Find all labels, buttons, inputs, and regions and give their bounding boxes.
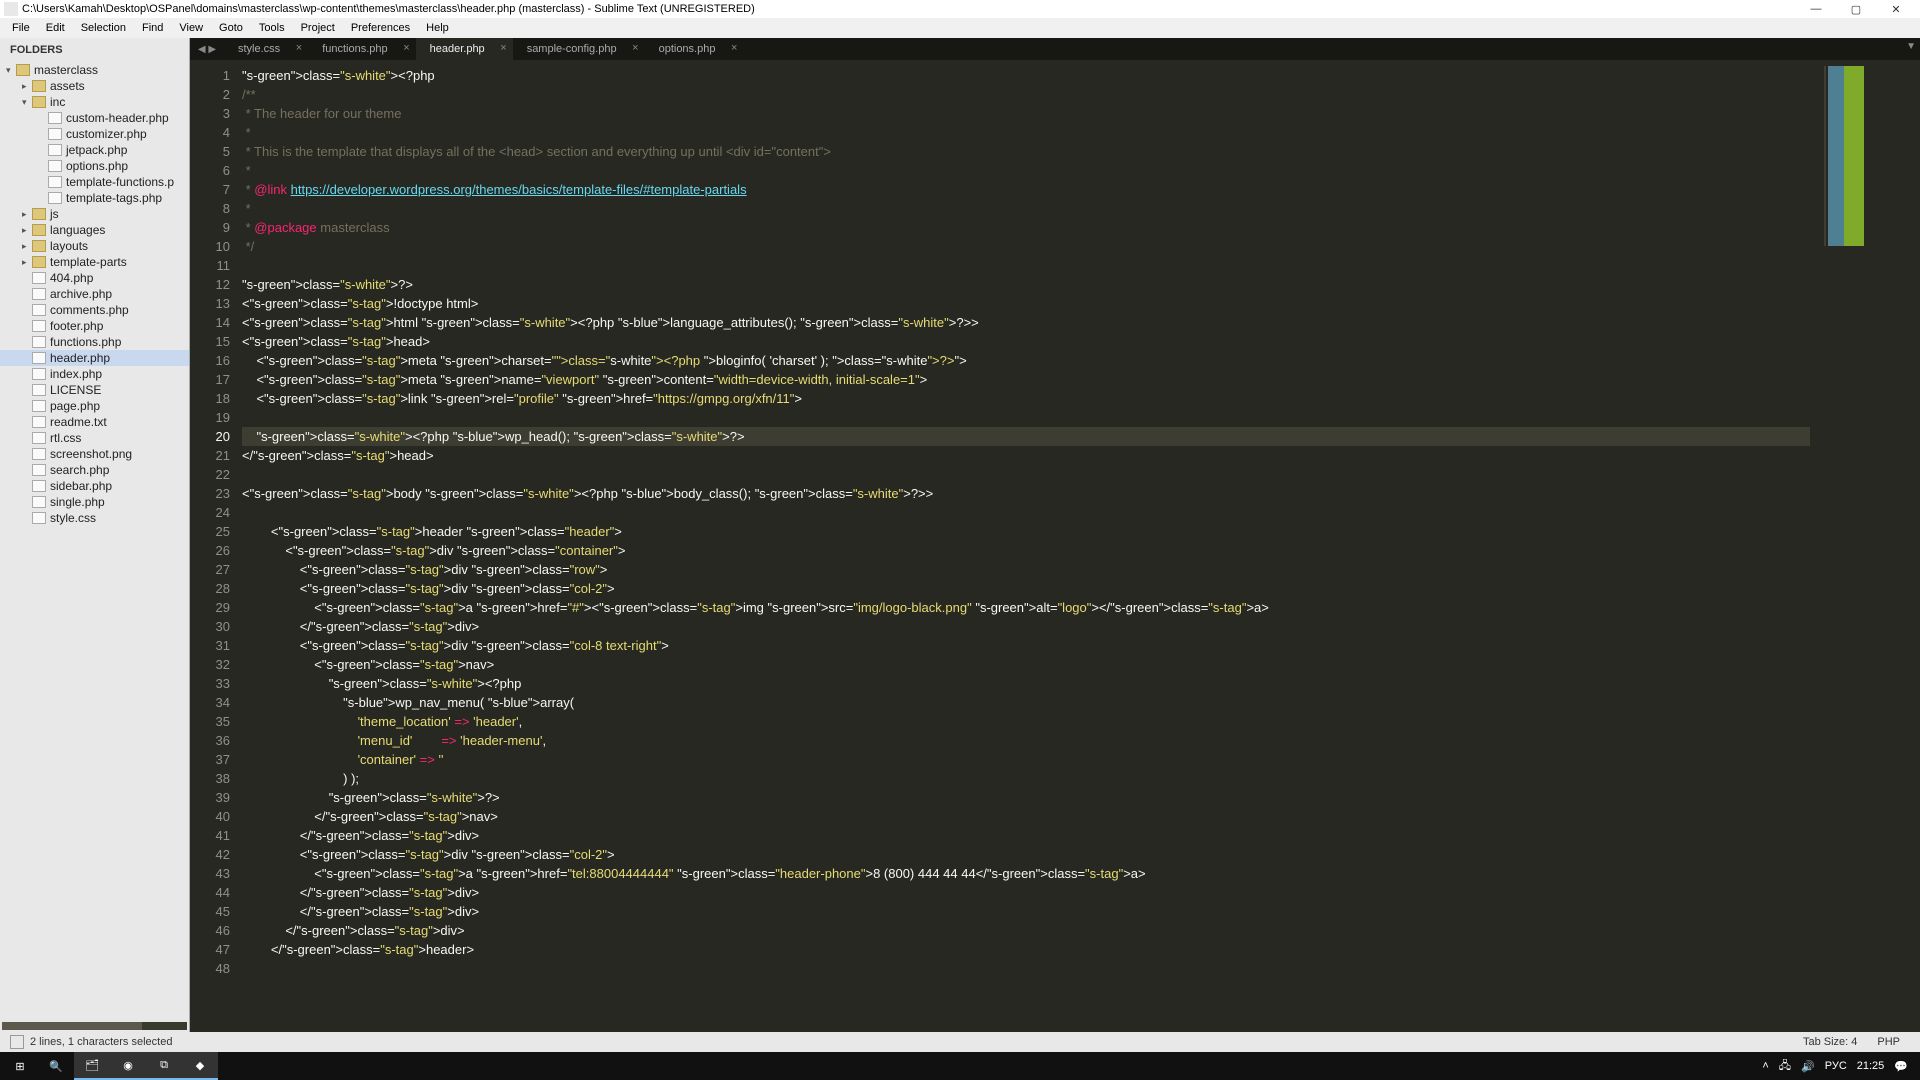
tab-nav-arrows[interactable]: ◀ ▶ bbox=[190, 38, 224, 60]
menu-preferences[interactable]: Preferences bbox=[343, 20, 418, 36]
tree-file[interactable]: sidebar.php bbox=[0, 478, 189, 494]
tree-folder[interactable]: ▾inc bbox=[0, 94, 189, 110]
tree-file[interactable]: style.css bbox=[0, 510, 189, 526]
tab-close-icon[interactable]: × bbox=[403, 42, 409, 54]
tree-file[interactable]: custom-header.php bbox=[0, 110, 189, 126]
status-tabsize[interactable]: Tab Size: 4 bbox=[1793, 1036, 1867, 1048]
line-number-gutter: 1234567891011121314151617181920212223242… bbox=[190, 60, 242, 1032]
tree-folder[interactable]: ▸js bbox=[0, 206, 189, 222]
tab-functions-php[interactable]: functions.php× bbox=[308, 38, 415, 60]
taskbar-chrome-icon[interactable]: ◉ bbox=[110, 1052, 146, 1080]
tree-file[interactable]: 404.php bbox=[0, 270, 189, 286]
menu-selection[interactable]: Selection bbox=[73, 20, 134, 36]
editor-area: ◀ ▶ style.css×functions.php×header.php×s… bbox=[190, 38, 1920, 1032]
sidebar-scrollbar-horizontal[interactable] bbox=[2, 1022, 187, 1030]
tree-file[interactable]: template-tags.php bbox=[0, 190, 189, 206]
menu-find[interactable]: Find bbox=[134, 20, 171, 36]
start-button[interactable]: ⊞ bbox=[2, 1052, 38, 1080]
tray-chevron-up-icon[interactable]: ˄ bbox=[1762, 1060, 1768, 1072]
tree-folder[interactable]: ▸assets bbox=[0, 78, 189, 94]
tree-file[interactable]: header.php bbox=[0, 350, 189, 366]
sidebar: FOLDERS ▾masterclass▸assets▾inccustom-he… bbox=[0, 38, 190, 1032]
windows-taskbar: ⊞ 🔍 🗂 ◉ ⧉ ◆ ˄ 🖧 🔊 РУС 21:25 💬 bbox=[0, 1052, 1920, 1080]
status-syntax[interactable]: PHP bbox=[1867, 1036, 1910, 1048]
tab-close-icon[interactable]: × bbox=[500, 42, 506, 54]
maximize-button[interactable]: ▢ bbox=[1836, 0, 1876, 18]
tree-file[interactable]: template-functions.p bbox=[0, 174, 189, 190]
tree-file[interactable]: jetpack.php bbox=[0, 142, 189, 158]
menu-file[interactable]: File bbox=[4, 20, 38, 36]
tab-header-php[interactable]: header.php× bbox=[416, 38, 513, 60]
tree-file[interactable]: comments.php bbox=[0, 302, 189, 318]
code-editor[interactable]: "s-green">class="s-white"><?php/** * The… bbox=[242, 60, 1810, 1032]
tree-folder[interactable]: ▸layouts bbox=[0, 238, 189, 254]
statusbar: 2 lines, 1 characters selected Tab Size:… bbox=[0, 1032, 1920, 1052]
tab-style-css[interactable]: style.css× bbox=[224, 38, 308, 60]
app-icon bbox=[4, 2, 18, 16]
tree-file[interactable]: rtl.css bbox=[0, 430, 189, 446]
close-button[interactable]: ✕ bbox=[1876, 0, 1916, 18]
tree-file[interactable]: LICENSE bbox=[0, 382, 189, 398]
tree-file[interactable]: screenshot.png bbox=[0, 446, 189, 462]
taskbar-sublime-icon[interactable]: ◆ bbox=[182, 1052, 218, 1080]
tree-file[interactable]: archive.php bbox=[0, 286, 189, 302]
tab-sample-config-php[interactable]: sample-config.php× bbox=[513, 38, 645, 60]
tree-file[interactable]: customizer.php bbox=[0, 126, 189, 142]
tab-bar: ◀ ▶ style.css×functions.php×header.php×s… bbox=[190, 38, 1920, 60]
minimap[interactable] bbox=[1810, 60, 1920, 1032]
tab-options-php[interactable]: options.php× bbox=[645, 38, 744, 60]
tray-volume-icon[interactable]: 🔊 bbox=[1801, 1060, 1815, 1073]
tree-folder[interactable]: ▾masterclass bbox=[0, 62, 189, 78]
tray-notifications-icon[interactable]: 💬 bbox=[1894, 1060, 1908, 1073]
sidebar-header: FOLDERS bbox=[0, 38, 189, 62]
tray-clock[interactable]: 21:25 bbox=[1857, 1060, 1885, 1072]
tab-close-icon[interactable]: × bbox=[296, 42, 302, 54]
tree-file[interactable]: page.php bbox=[0, 398, 189, 414]
folder-tree[interactable]: ▾masterclass▸assets▾inccustom-header.php… bbox=[0, 62, 189, 1022]
search-icon[interactable]: 🔍 bbox=[38, 1052, 74, 1080]
window-title: C:\Users\Kamah\Desktop\OSPanel\domains\m… bbox=[22, 3, 755, 15]
tray-network-icon[interactable]: 🖧 bbox=[1779, 1057, 1791, 1076]
tab-close-icon[interactable]: × bbox=[731, 42, 737, 54]
tree-folder[interactable]: ▸languages bbox=[0, 222, 189, 238]
menu-help[interactable]: Help bbox=[418, 20, 457, 36]
minimize-button[interactable]: — bbox=[1796, 0, 1836, 18]
tree-folder[interactable]: ▸template-parts bbox=[0, 254, 189, 270]
menu-view[interactable]: View bbox=[171, 20, 211, 36]
statusbar-icon bbox=[10, 1035, 24, 1049]
tree-file[interactable]: options.php bbox=[0, 158, 189, 174]
tree-file[interactable]: index.php bbox=[0, 366, 189, 382]
status-selection: 2 lines, 1 characters selected bbox=[30, 1036, 172, 1048]
tab-close-icon[interactable]: × bbox=[632, 42, 638, 54]
tab-overflow-icon[interactable]: ▼ bbox=[1906, 41, 1916, 52]
window-titlebar: C:\Users\Kamah\Desktop\OSPanel\domains\m… bbox=[0, 0, 1920, 18]
tree-file[interactable]: functions.php bbox=[0, 334, 189, 350]
tree-file[interactable]: footer.php bbox=[0, 318, 189, 334]
tree-file[interactable]: single.php bbox=[0, 494, 189, 510]
menu-project[interactable]: Project bbox=[293, 20, 343, 36]
system-tray[interactable]: ˄ 🖧 🔊 РУС 21:25 💬 bbox=[1762, 1057, 1918, 1076]
taskbar-explorer-icon[interactable]: 🗂 bbox=[74, 1052, 110, 1080]
menu-edit[interactable]: Edit bbox=[38, 20, 73, 36]
menubar: FileEditSelectionFindViewGotoToolsProjec… bbox=[0, 18, 1920, 38]
taskbar-vscode-icon[interactable]: ⧉ bbox=[146, 1052, 182, 1080]
menu-tools[interactable]: Tools bbox=[251, 20, 293, 36]
tree-file[interactable]: readme.txt bbox=[0, 414, 189, 430]
menu-goto[interactable]: Goto bbox=[211, 20, 251, 36]
tray-language[interactable]: РУС bbox=[1825, 1060, 1847, 1072]
tree-file[interactable]: search.php bbox=[0, 462, 189, 478]
